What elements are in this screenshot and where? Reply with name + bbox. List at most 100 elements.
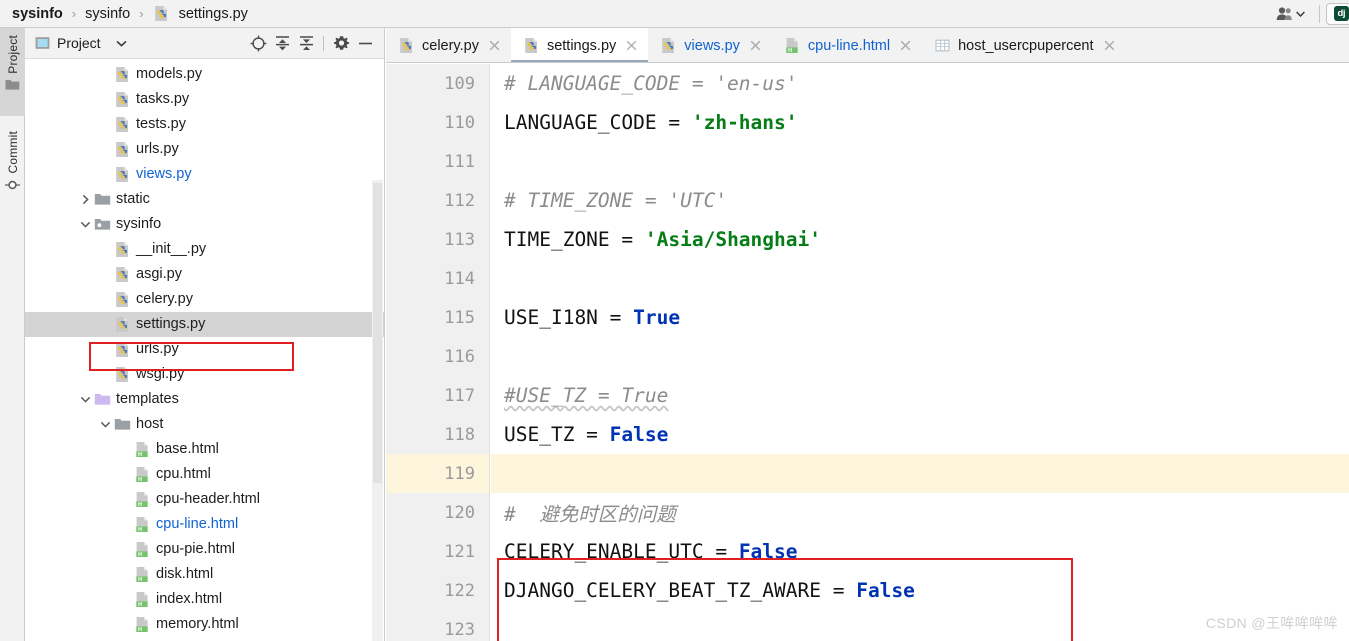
tree-item-cpu-pie-html[interactable]: Hcpu-pie.html — [25, 537, 384, 562]
code-line[interactable]: USE_TZ = False — [491, 415, 1349, 454]
folder-icon — [5, 79, 20, 90]
tool-tab-commit[interactable]: Commit — [0, 124, 25, 216]
editor-tab-celery-py[interactable]: celery.py — [386, 28, 511, 62]
tree-item-sysinfo[interactable]: sysinfo — [25, 212, 384, 237]
python-file-icon — [116, 92, 128, 107]
tree-item-cpu-html[interactable]: Hcpu.html — [25, 462, 384, 487]
code-line[interactable] — [491, 454, 1349, 493]
project-file-tree[interactable]: models.py tasks.py tests.py urls.py views.py… — [25, 60, 384, 641]
breadcrumb-item-settings-py[interactable]: settings.py — [150, 0, 251, 28]
users-button[interactable] — [1268, 2, 1313, 26]
tree-item-memory-html[interactable]: Hmemory.html — [25, 612, 384, 637]
settings-button[interactable] — [330, 32, 352, 54]
code-line[interactable]: #USE_TZ = True — [491, 376, 1349, 415]
project-tool-window: Project models.py tasks.py tests.py urls… — [25, 28, 385, 641]
close-icon[interactable] — [749, 39, 762, 52]
code-token: False — [738, 540, 798, 563]
editor-tab-cpu-line-html[interactable]: Hcpu-line.html — [772, 28, 922, 62]
svg-text:H: H — [788, 48, 792, 54]
html-file-icon: H — [136, 467, 148, 483]
breadcrumb-item-sysinfo[interactable]: sysinfo — [82, 0, 133, 28]
html-file-icon: H — [136, 567, 148, 583]
editor-tab-settings-py[interactable]: settings.py — [510, 28, 649, 62]
tree-item-cpu-line-html[interactable]: Hcpu-line.html — [25, 512, 384, 537]
close-icon[interactable] — [488, 39, 501, 52]
collapse-all-button[interactable] — [295, 32, 317, 54]
tree-item-models-py[interactable]: models.py — [25, 62, 384, 87]
tree-item-static[interactable]: static — [25, 187, 384, 212]
tree-item-index-html[interactable]: Hindex.html — [25, 587, 384, 612]
html-file-icon: H — [136, 517, 148, 533]
tree-item-label: cpu.html — [156, 466, 211, 482]
tree-item-label: tests.py — [136, 116, 186, 132]
code-line[interactable] — [491, 259, 1349, 298]
editor-code[interactable]: # LANGUAGE_CODE = 'en-us' LANGUAGE_CODE =… — [491, 64, 1349, 641]
code-token: 'Asia/Shanghai' — [644, 228, 821, 251]
project-scrollbar-thumb[interactable] — [373, 183, 382, 483]
code-line[interactable]: CELERY_ENABLE_UTC = False — [491, 532, 1349, 571]
code-line[interactable] — [491, 337, 1349, 376]
locate-file-button[interactable] — [247, 32, 269, 54]
chevron-down-icon[interactable] — [79, 393, 92, 406]
tree-item-label: asgi.py — [136, 266, 182, 282]
code-line[interactable]: # TIME_ZONE = 'UTC' — [491, 181, 1349, 220]
chevron-down-icon[interactable] — [99, 418, 112, 431]
code-line[interactable]: # 避免时区的问题 — [491, 493, 1349, 532]
tree-item---init---py[interactable]: __init__.py — [25, 237, 384, 262]
code-line[interactable]: LANGUAGE_CODE = 'zh-hans' — [491, 103, 1349, 142]
tree-item-cpu-header-html[interactable]: Hcpu-header.html — [25, 487, 384, 512]
tree-item-templates[interactable]: templates — [25, 387, 384, 412]
actions-divider — [323, 35, 324, 51]
code-token: DJANGO_CELERY_BEAT_TZ_AWARE = — [504, 579, 857, 602]
line-number: 110 — [444, 112, 475, 133]
tree-item-wsgi-py[interactable]: wsgi.py — [25, 362, 384, 387]
tree-item-base-html[interactable]: Hbase.html — [25, 437, 384, 462]
project-view-selector[interactable]: Project — [35, 35, 127, 51]
tree-item-disk-html[interactable]: Hdisk.html — [25, 562, 384, 587]
tree-item-asgi-py[interactable]: asgi.py — [25, 262, 384, 287]
editor-gutter[interactable]: 109 110 111 112 113 114 115 116 117 118 119 120 121 1… — [386, 64, 490, 641]
code-token: False — [609, 423, 669, 446]
python-file-icon — [116, 167, 128, 182]
breadcrumb-item-sysinfo[interactable]: sysinfo — [9, 0, 66, 28]
code-token: CELERY_ENABLE_UTC = — [504, 540, 739, 563]
tree-item-label: celery.py — [136, 291, 193, 307]
html-file-icon: H — [786, 38, 798, 54]
tree-item-tasks-py[interactable]: tasks.py — [25, 87, 384, 112]
expand-all-button[interactable] — [271, 32, 293, 54]
editor-tab-host-usercpupercent[interactable]: host_usercpupercent — [922, 28, 1125, 62]
tree-item-tests-py[interactable]: tests.py — [25, 112, 384, 137]
tree-item-urls-py[interactable]: urls.py — [25, 337, 384, 362]
editor-tab-views-py[interactable]: views.py — [648, 28, 772, 62]
chevron-right-icon[interactable] — [79, 193, 92, 206]
close-icon[interactable] — [625, 39, 638, 52]
code-token: #USE_TZ = True — [504, 384, 669, 407]
line-number: 109 — [444, 73, 475, 94]
tree-item-celery-py[interactable]: celery.py — [25, 287, 384, 312]
python-file-icon — [525, 38, 537, 53]
tree-item-label: __init__.py — [136, 241, 207, 257]
project-panel-title: Project — [57, 35, 101, 51]
code-line[interactable] — [491, 142, 1349, 181]
tree-item-label: urls.py — [136, 141, 179, 157]
tree-item-label: index.html — [156, 591, 223, 607]
tree-item-host[interactable]: host — [25, 412, 384, 437]
chevron-down-icon[interactable] — [79, 218, 92, 231]
svg-text:H: H — [138, 452, 142, 458]
code-line[interactable]: USE_I18N = True — [491, 298, 1349, 337]
run-configuration-widget[interactable]: dj sys — [1325, 2, 1349, 25]
code-token: USE_TZ = — [504, 423, 610, 446]
code-line[interactable]: DJANGO_CELERY_BEAT_TZ_AWARE = False — [491, 571, 1349, 610]
code-line[interactable]: TIME_ZONE = 'Asia/Shanghai' — [491, 220, 1349, 259]
code-editor[interactable]: 109 110 111 112 113 114 115 116 117 118 119 120 121 1… — [386, 64, 1349, 641]
close-icon[interactable] — [1103, 39, 1116, 52]
code-line[interactable]: # LANGUAGE_CODE = 'en-us' — [491, 64, 1349, 103]
minimize-button[interactable] — [354, 32, 376, 54]
tree-item-urls-py[interactable]: urls.py — [25, 137, 384, 162]
tree-item-settings-py[interactable]: settings.py — [25, 312, 384, 337]
tool-tab-project[interactable]: Project — [0, 28, 25, 116]
html-file-icon: H — [136, 442, 148, 458]
close-icon[interactable] — [899, 39, 912, 52]
settings-gear-icon — [333, 35, 349, 50]
tree-item-views-py[interactable]: views.py — [25, 162, 384, 187]
